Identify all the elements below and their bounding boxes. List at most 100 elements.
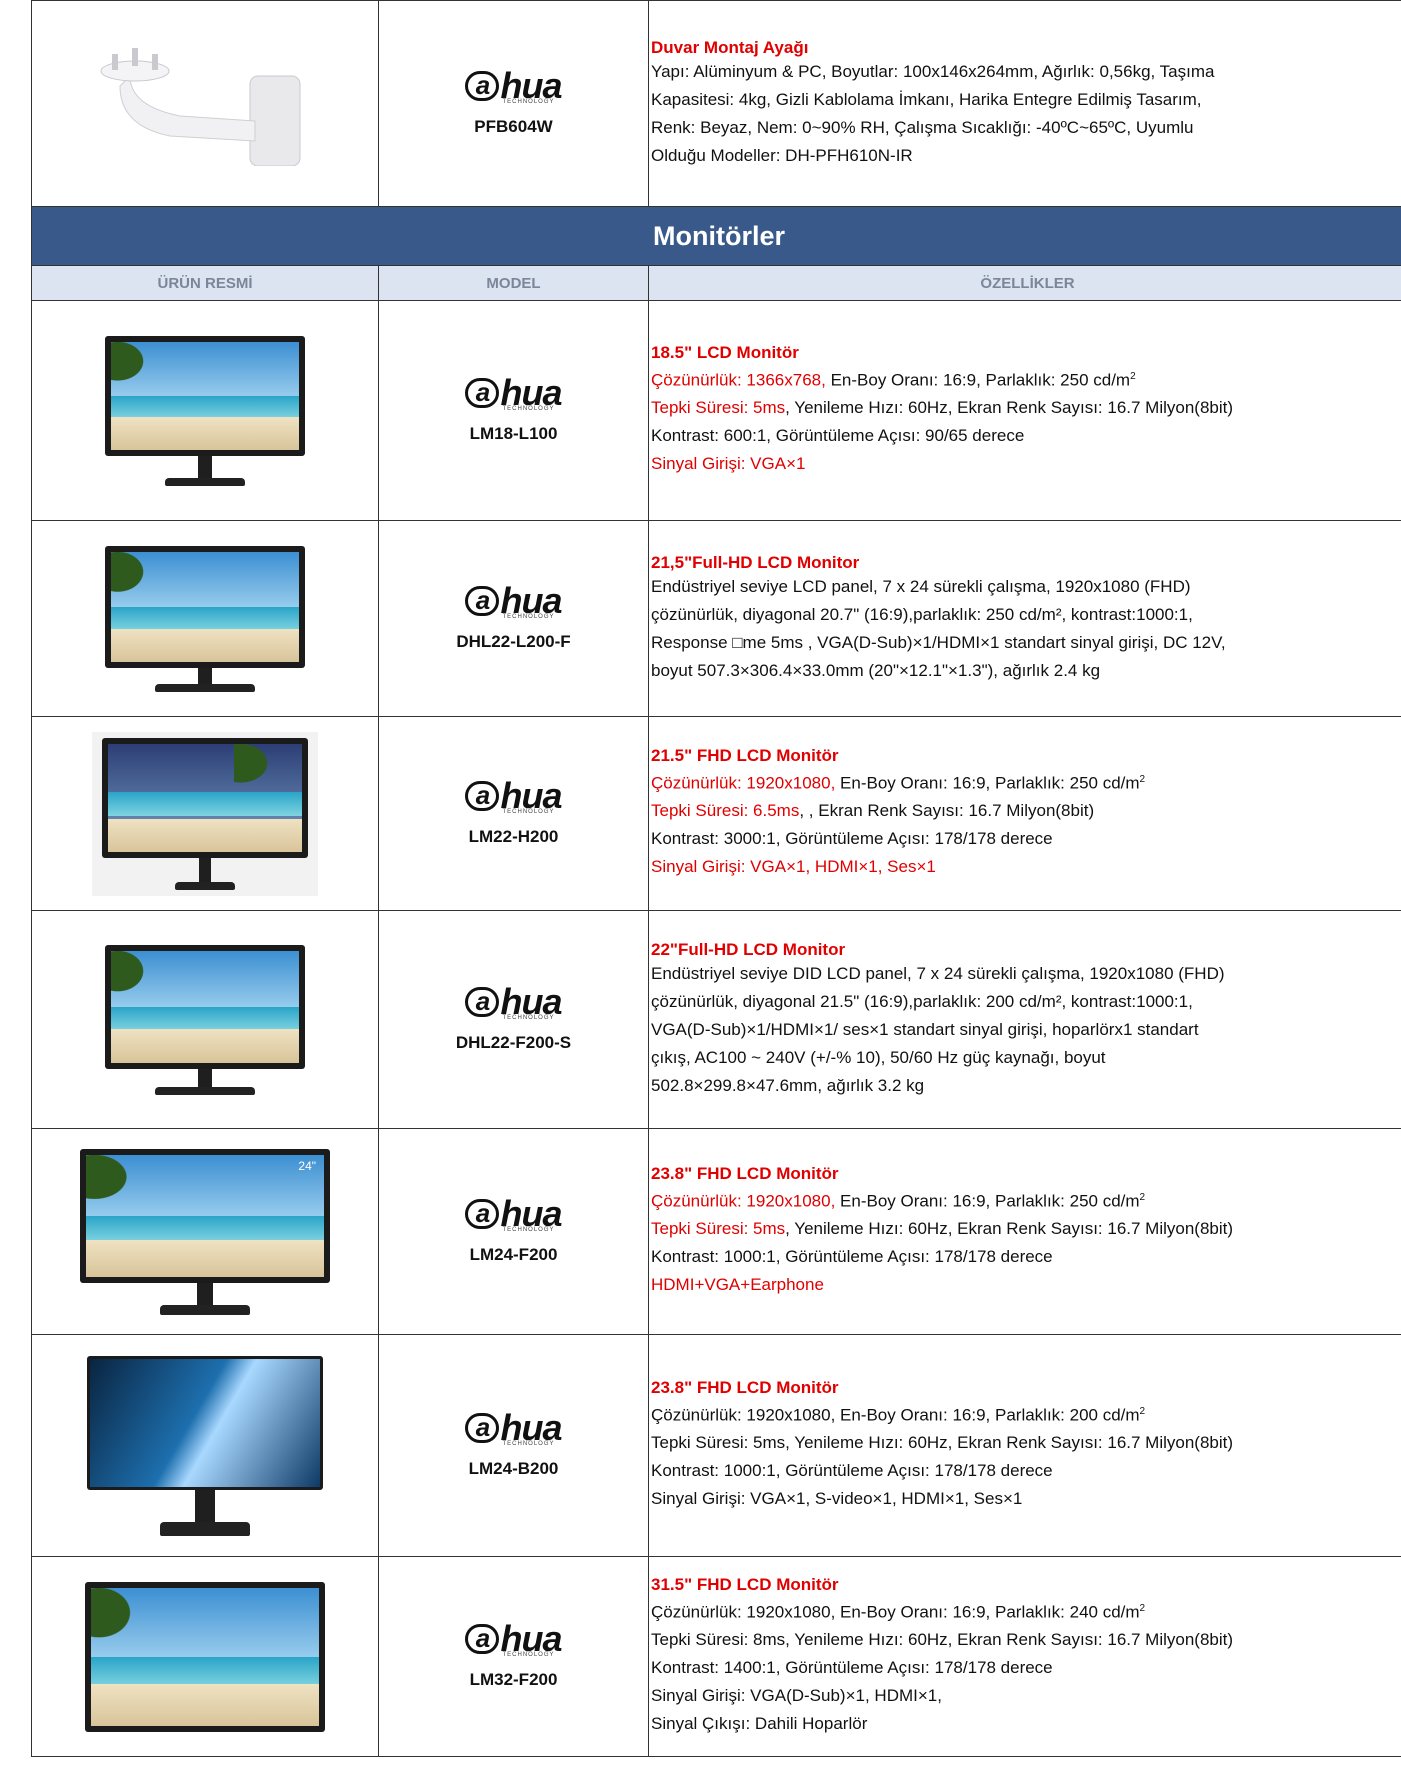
product-image-cell [31, 0, 379, 207]
spec-title: Duvar Montaj Ayağı [651, 37, 809, 57]
dahua-logo: a hua [379, 582, 648, 618]
specs-cell: 31.5" FHD LCD Monitör Çözünürlük: 1920x1… [648, 1556, 1401, 1757]
spec-line: Sinyal Çıkışı: Dahili Hoparlör [651, 1714, 868, 1734]
product-image-cell [31, 1556, 379, 1757]
spec-line: Sinyal Girişi: VGA(D-Sub)×1, HDMI×1, [651, 1686, 942, 1706]
table-row: a hua TECHNOLOGY LM24-B200 23.8" FHD LCD … [31, 1334, 1401, 1557]
table-row: a hua TECHNOLOGY PFB604W Duvar Montaj Aya… [31, 0, 1401, 207]
monitor-image [105, 944, 305, 1095]
spec-line: Çözünürlük: 1366x768, En-Boy Oranı: 16:9… [651, 370, 1136, 390]
model-code: DHL22-F200-S [455, 1032, 572, 1052]
model-cell: a hua TECHNOLOGY PFB604W [378, 0, 649, 207]
dahua-tagline: TECHNOLOGY [502, 1014, 555, 1021]
dahua-tagline: TECHNOLOGY [502, 1651, 555, 1658]
monitor-image [105, 335, 305, 486]
model-cell: a hua TECHNOLOGY LM22-H200 [378, 716, 649, 911]
dahua-tagline: TECHNOLOGY [502, 808, 555, 815]
model-code: PFB604W [474, 116, 553, 136]
dahua-logo: a hua [379, 777, 648, 813]
dahua-logo: a hua [379, 1409, 648, 1445]
spec-line: çözünürlük, diyagonal 21.5" (16:9),parla… [651, 991, 1193, 1011]
spec-line: Sinyal Girişi: VGA×1, S-video×1, HDMI×1,… [651, 1489, 1023, 1509]
monitor-image: 24" [80, 1148, 330, 1315]
spec-line: Tepki Süresi: 6.5ms, , Ekran Renk Sayısı… [651, 801, 1095, 821]
product-image-cell [31, 520, 379, 717]
model-code: DHL22-L200-F [456, 631, 571, 651]
spec-line: Response □me 5ms , VGA(D-Sub)×1/HDMI×1 s… [651, 632, 1226, 652]
section-header-row: Monitörler [31, 206, 1401, 266]
monitor-image [105, 545, 305, 692]
product-image-cell [31, 300, 379, 521]
spec-line: Tepki Süresi: 8ms, Yenileme Hızı: 60Hz, … [651, 1630, 1234, 1650]
table-row: a hua TECHNOLOGY DHL22-L200-F 21,5"Full-H… [31, 520, 1401, 717]
product-image-cell [31, 716, 379, 911]
spec-title: 21.5" FHD LCD Monitör [651, 745, 839, 765]
spec-title: 23.8" FHD LCD Monitör [651, 1163, 839, 1183]
spec-line: Kontrast: 1000:1, Görüntüleme Açısı: 178… [651, 1461, 1053, 1481]
wall-mount-image [100, 48, 301, 167]
table-row: a hua TECHNOLOGY LM32-F200 31.5" FHD LCD … [31, 1556, 1401, 1757]
specs-cell: 22"Full-HD LCD Monitor Endüstriyel seviy… [648, 910, 1401, 1129]
spec-line: Endüstriyel seviye DID LCD panel, 7 x 24… [651, 963, 1225, 983]
spec-line: Kontrast: 600:1, Görüntüleme Açısı: 90/6… [651, 426, 1025, 446]
specs-cell: 23.8" FHD LCD Monitör Çözünürlük: 1920x1… [648, 1128, 1401, 1335]
dahua-logo: a hua [379, 1620, 648, 1656]
section-title: Monitörler [31, 206, 1401, 266]
spec-line: çıkış, AC100 ~ 240V (+/-% 10), 50/60 Hz … [651, 1047, 1106, 1067]
model-code: LM24-F200 [469, 1244, 558, 1264]
size-badge: 24" [298, 1158, 316, 1173]
spec-line: 502.8×299.8×47.6mm, ağırlık 3.2 kg [651, 1075, 925, 1095]
specs-cell: 21,5"Full-HD LCD Monitor Endüstriyel sev… [648, 520, 1401, 717]
spec-line: Çözünürlük: 1920x1080, En-Boy Oranı: 16:… [651, 1191, 1146, 1211]
table-row: a hua TECHNOLOGY LM22-H200 21.5" FHD LCD … [31, 716, 1401, 911]
spec-line: Sinyal Girişi: VGA×1, HDMI×1, Ses×1 [651, 857, 936, 877]
spec-line: Kontrast: 1400:1, Görüntüleme Açısı: 178… [651, 1658, 1053, 1678]
spec-line: Kapasitesi: 4kg, Gizli Kablolama İmkanı,… [651, 89, 1202, 109]
model-code: LM32-F200 [469, 1669, 558, 1689]
product-table: a hua TECHNOLOGY PFB604W Duvar Montaj Aya… [31, 0, 1401, 1757]
model-code: LM18-L100 [469, 423, 558, 443]
dahua-logo: a hua [379, 1195, 648, 1231]
column-header-image: ÜRÜN RESMİ [31, 265, 379, 301]
spec-line: çözünürlük, diyagonal 20.7" (16:9),parla… [651, 604, 1193, 624]
spec-title: 31.5" FHD LCD Monitör [651, 1574, 839, 1594]
spec-line: Yapı: Alüminyum & PC, Boyutlar: 100x146x… [651, 61, 1215, 81]
column-header-specs: ÖZELLİKLER [648, 265, 1401, 301]
spec-line: Çözünürlük: 1920x1080, En-Boy Oranı: 16:… [651, 773, 1146, 793]
dahua-logo: a hua [379, 983, 648, 1019]
spec-title: 23.8" FHD LCD Monitör [651, 1377, 839, 1397]
model-cell: a hua TECHNOLOGY LM24-B200 [378, 1334, 649, 1557]
dahua-tagline: TECHNOLOGY [502, 405, 555, 412]
product-image-cell [31, 1334, 379, 1557]
dahua-logo: a hua [379, 67, 648, 103]
table-row: a hua TECHNOLOGY DHL22-F200-S 22"Full-HD … [31, 910, 1401, 1129]
dahua-logo: a hua [379, 374, 648, 410]
model-code: LM22-H200 [468, 826, 559, 846]
specs-cell: Duvar Montaj Ayağı Yapı: Alüminyum & PC,… [648, 0, 1401, 207]
spec-line: Çözünürlük: 1920x1080, En-Boy Oranı: 16:… [651, 1602, 1146, 1622]
specs-cell: 23.8" FHD LCD Monitör Çözünürlük: 1920x1… [648, 1334, 1401, 1557]
spec-line: Tepki Süresi: 5ms, Yenileme Hızı: 60Hz, … [651, 1219, 1234, 1239]
spec-line: boyut 507.3×306.4×33.0mm (20"×12.1"×1.3"… [651, 660, 1101, 680]
dahua-tagline: TECHNOLOGY [502, 613, 555, 620]
spec-line: VGA(D-Sub)×1/HDMI×1/ ses×1 standart siny… [651, 1019, 1199, 1039]
model-cell: a hua TECHNOLOGY LM18-L100 [378, 300, 649, 521]
model-cell: a hua TECHNOLOGY LM32-F200 [378, 1556, 649, 1757]
spec-line: Sinyal Girişi: VGA×1 [651, 454, 806, 474]
spec-line: HDMI+VGA+Earphone [651, 1275, 824, 1295]
spec-line: Tepki Süresi: 5ms, Yenileme Hızı: 60Hz, … [651, 398, 1234, 418]
spec-line: Endüstriyel seviye LCD panel, 7 x 24 sür… [651, 576, 1191, 596]
monitor-image [92, 731, 318, 896]
specs-cell: 21.5" FHD LCD Monitör Çözünürlük: 1920x1… [648, 716, 1401, 911]
spec-title: 18.5" LCD Monitör [651, 342, 799, 362]
spec-line: Olduğu Modeller: DH-PFH610N-IR [651, 145, 913, 165]
model-code: LM24-B200 [468, 1458, 559, 1478]
spec-line: Renk: Beyaz, Nem: 0~90% RH, Çalışma Sıca… [651, 117, 1194, 137]
column-header-model: MODEL [378, 265, 649, 301]
spec-line: Çözünürlük: 1920x1080, En-Boy Oranı: 16:… [651, 1405, 1146, 1425]
monitor-image [85, 1581, 325, 1732]
dahua-tagline: TECHNOLOGY [502, 1440, 555, 1447]
column-header-row: ÜRÜN RESMİ MODEL ÖZELLİKLER [31, 265, 1401, 301]
spec-title: 21,5"Full-HD LCD Monitor [651, 552, 860, 572]
spec-title: 22"Full-HD LCD Monitor [651, 939, 846, 959]
